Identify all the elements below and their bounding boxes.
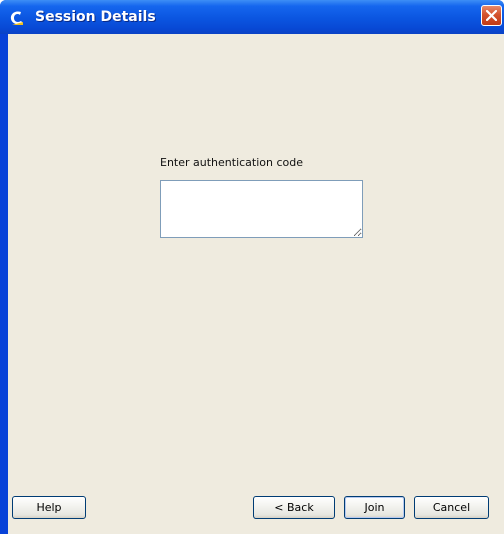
join-button[interactable]: Join bbox=[344, 496, 405, 519]
close-icon bbox=[486, 10, 497, 21]
help-button[interactable]: Help bbox=[12, 496, 86, 519]
session-details-window: Session Details Enter authentication cod… bbox=[0, 0, 504, 534]
window-title: Session Details bbox=[35, 9, 156, 25]
cancel-button[interactable]: Cancel bbox=[414, 496, 489, 519]
auth-code-input[interactable] bbox=[160, 180, 363, 238]
auth-code-label: Enter authentication code bbox=[160, 156, 304, 169]
back-button[interactable]: < Back bbox=[253, 496, 335, 519]
close-button[interactable] bbox=[481, 5, 502, 26]
app-c-icon bbox=[9, 9, 25, 27]
dialog-body: Enter authentication code Help < Back Jo… bbox=[8, 34, 504, 534]
title-bar[interactable]: Session Details bbox=[0, 0, 504, 34]
